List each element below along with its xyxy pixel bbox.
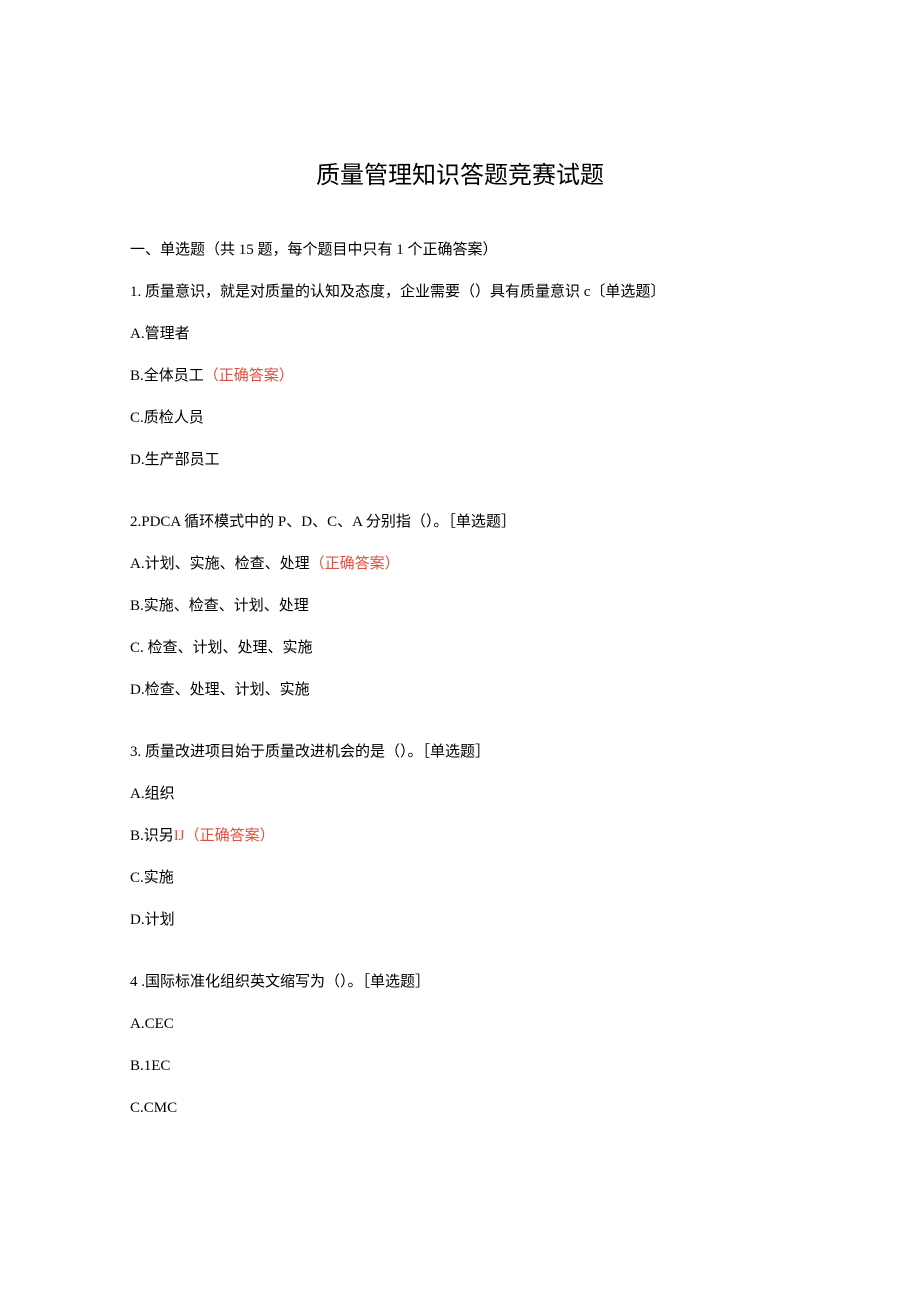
option-label: C.实施 (130, 870, 174, 886)
option-inline-red: IJ (174, 828, 185, 844)
option-label: B.1EC (130, 1058, 170, 1074)
option-label: A.计划、实施、检查、处理 (130, 556, 310, 572)
option-label: B.全体员工 (130, 368, 204, 384)
question-block: 2.PDCA 循环模式中的 P、D、C、A 分别指（）。［单选题］ A.计划、实施… (130, 510, 790, 702)
correct-answer-label: （正确答案） (204, 368, 294, 384)
correct-answer-label: （正确答案） (185, 828, 275, 844)
option-label: C. 检查、计划、处理、实施 (130, 640, 313, 656)
option: A.计划、实施、检查、处理（正确答案） (130, 552, 790, 576)
section-header: 一、单选题（共 15 题，每个题目中只有 1 个正确答案） (130, 238, 790, 262)
question-stem: 1. 质量意识，就是对质量的认知及态度，企业需要（）具有质量意识 c〔单选题〕 (130, 280, 790, 304)
option: B.1EC (130, 1054, 790, 1078)
option: D.生产部员工 (130, 448, 790, 472)
option: C.CMC (130, 1096, 790, 1120)
question-stem: 2.PDCA 循环模式中的 P、D、C、A 分别指（）。［单选题］ (130, 510, 790, 534)
option: A.CEC (130, 1012, 790, 1036)
option: B.实施、检查、计划、处理 (130, 594, 790, 618)
question-block: 4 .国际标准化组织英文缩写为（）。［单选题］ A.CEC B.1EC C.CMC (130, 970, 790, 1120)
option-label: C.质检人员 (130, 410, 204, 426)
option: C.质检人员 (130, 406, 790, 430)
option: A.管理者 (130, 322, 790, 346)
option: C.实施 (130, 866, 790, 890)
question-stem: 4 .国际标准化组织英文缩写为（）。［单选题］ (130, 970, 790, 994)
question-block: 1. 质量意识，就是对质量的认知及态度，企业需要（）具有质量意识 c〔单选题〕 A… (130, 280, 790, 472)
option-label: B.实施、检查、计划、处理 (130, 598, 309, 614)
correct-answer-label: （正确答案） (310, 556, 400, 572)
option-label: D.计划 (130, 912, 175, 928)
option: B.识另IJ（正确答案） (130, 824, 790, 848)
questions-container: 1. 质量意识，就是对质量的认知及态度，企业需要（）具有质量意识 c〔单选题〕 A… (130, 280, 790, 1120)
option: D.计划 (130, 908, 790, 932)
option: A.组织 (130, 782, 790, 806)
option-label: D.检查、处理、计划、实施 (130, 682, 310, 698)
question-stem: 3. 质量改进项目始于质量改进机会的是（）。［单选题］ (130, 740, 790, 764)
option-label: A.管理者 (130, 326, 190, 342)
option-label: A.CEC (130, 1016, 174, 1032)
question-block: 3. 质量改进项目始于质量改进机会的是（）。［单选题］ A.组织 B.识另IJ（正确… (130, 740, 790, 932)
option-label: A.组织 (130, 786, 175, 802)
option: C. 检查、计划、处理、实施 (130, 636, 790, 660)
page-title: 质量管理知识答题竞赛试题 (130, 155, 790, 190)
option-label: B.识另 (130, 828, 174, 844)
option: B.全体员工（正确答案） (130, 364, 790, 388)
option: D.检查、处理、计划、实施 (130, 678, 790, 702)
option-label: C.CMC (130, 1100, 177, 1116)
option-label: D.生产部员工 (130, 452, 220, 468)
